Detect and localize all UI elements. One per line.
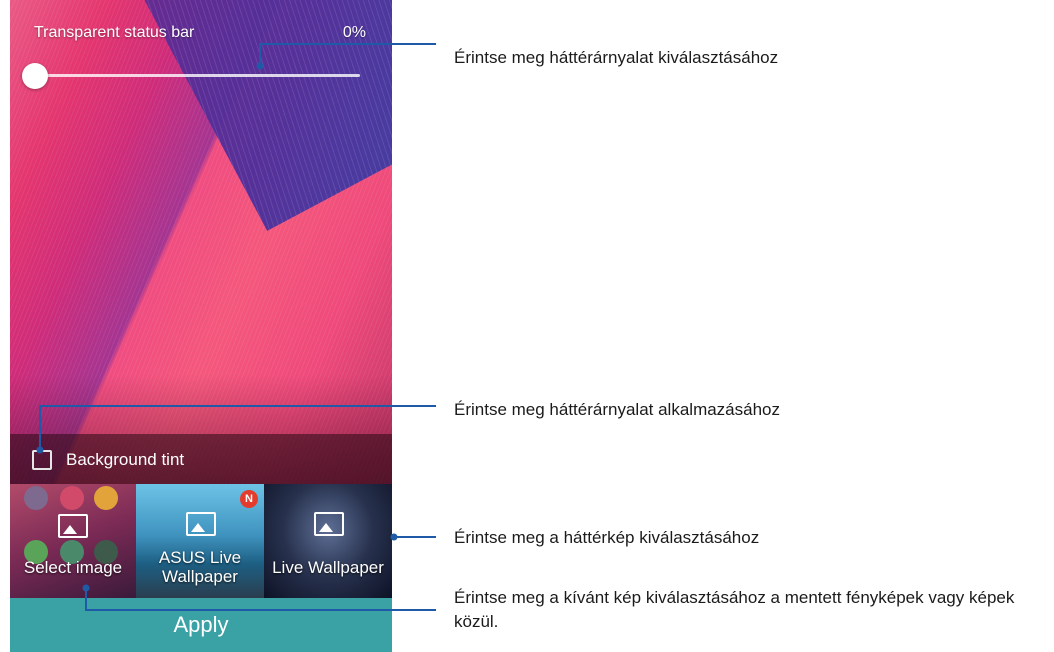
leader-dot: [36, 446, 44, 454]
leader-image-choose: [85, 588, 436, 611]
leader-tint-choose: [259, 43, 436, 66]
callout-wallpaper-choose: Érintse meg a háttérkép kiválasztásához: [454, 528, 760, 547]
callout-tint-choose: Érintse meg háttérárnyalat kiválasztásáh…: [454, 48, 779, 67]
callout-leaders: [36, 43, 436, 611]
leader-dot: [82, 584, 90, 592]
leader-tint-apply: [39, 405, 436, 450]
callout-tint-apply: Érintse meg háttérárnyalat alkalmazásáho…: [454, 400, 780, 419]
leader-dot: [256, 62, 264, 70]
leader-dot: [390, 533, 398, 541]
callout-image-choose: Érintse meg a kívánt kép kiválasztásához…: [454, 588, 1015, 631]
